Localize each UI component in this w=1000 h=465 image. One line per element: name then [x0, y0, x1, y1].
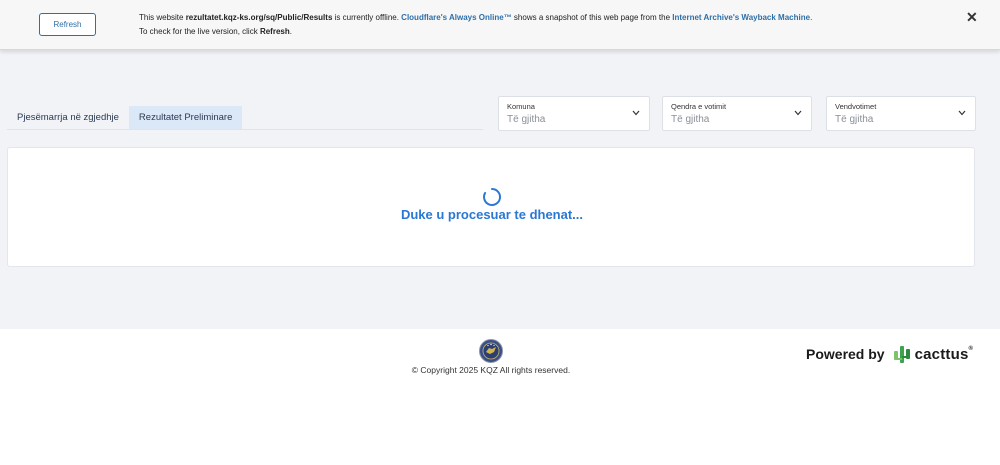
results-panel: Duke u procesuar te dhenat... — [7, 147, 975, 267]
filter-value: Të gjitha — [507, 114, 546, 125]
close-icon[interactable]: ✕ — [966, 9, 978, 26]
msg-mid1: is currently offline. — [332, 13, 402, 22]
msg-end: . — [289, 27, 292, 36]
tab-preliminary-results[interactable]: Rezultatet Preliminare — [128, 106, 243, 129]
filter-label: Qendra e votimit — [671, 102, 727, 111]
copyright-text: © Copyright 2025 KQZ All rights reserved… — [411, 365, 571, 375]
cacttus-logo-icon — [893, 346, 910, 363]
brand-name: cacttus — [914, 345, 969, 363]
filter-vendvotimet[interactable]: Vendvotimet Të gjitha — [826, 96, 976, 131]
brand-tm: ® — [968, 345, 974, 352]
refresh-button[interactable]: Refresh — [39, 13, 96, 36]
chevron-down-icon — [958, 110, 966, 116]
filter-value: Të gjitha — [835, 114, 874, 125]
wayback-machine-link[interactable]: Internet Archive's Wayback Machine — [672, 13, 810, 22]
tab-participation[interactable]: Pjesëmarrja në zgjedhje — [7, 106, 129, 129]
footer: © Copyright 2025 KQZ All rights reserved… — [0, 329, 1000, 465]
msg-mid2: shows a snapshot of this web page from t… — [511, 13, 673, 22]
msg-prefix: This website — [139, 13, 186, 22]
filter-value: Të gjitha — [671, 114, 710, 125]
powered-by-text: Powered by — [806, 346, 885, 362]
cloudflare-banner: Refresh This website rezultatet.kqz-ks.o… — [0, 0, 1000, 50]
loading-text: Duke u procesuar te dhenat... — [400, 207, 584, 222]
tab-bar: Pjesëmarrja në zgjedhje Rezultatet Preli… — [7, 106, 483, 130]
msg-url: rezultatet.kqz-ks.org/sq/Public/Results — [185, 13, 333, 22]
filter-label: Vendvotimet — [835, 102, 877, 111]
cacttus-brand: cacttus® — [915, 346, 974, 363]
chevron-down-icon — [794, 110, 802, 116]
filter-komuna[interactable]: Komuna Të gjitha — [498, 96, 650, 131]
always-online-link[interactable]: Cloudflare's Always Online™ — [401, 13, 512, 22]
kqz-seal-icon — [479, 339, 503, 363]
offline-message: This website rezultatet.kqz-ks.org/sq/Pu… — [139, 11, 819, 39]
loading-spinner-icon — [483, 187, 501, 206]
filter-label: Komuna — [507, 102, 535, 111]
filter-qendra[interactable]: Qendra e votimit Të gjitha — [662, 96, 812, 131]
chevron-down-icon — [632, 110, 640, 116]
msg-refresh: Refresh — [259, 27, 290, 36]
powered-by[interactable]: Powered by cacttus® — [806, 343, 973, 365]
